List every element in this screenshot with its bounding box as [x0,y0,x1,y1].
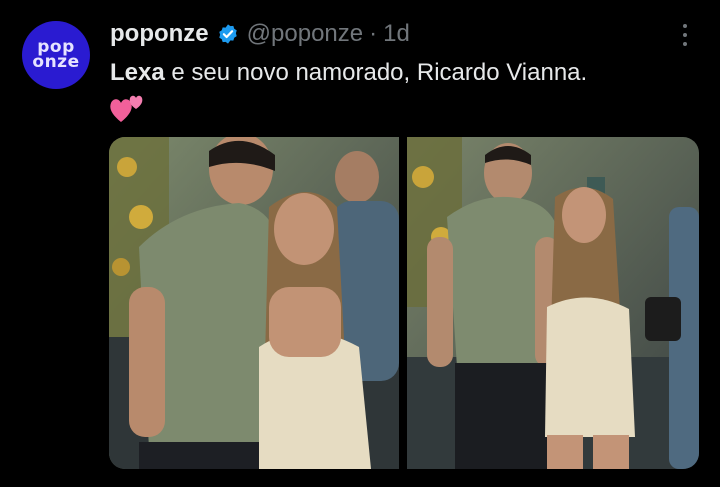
tweet-media[interactable] [109,137,699,469]
verified-badge-icon [218,24,237,44]
tweet-text-rest: e seu novo namorado, Ricardo Vianna. [164,59,588,86]
separator-dot: · [369,20,378,47]
photo-couple-laughing[interactable] [109,137,399,469]
two-hearts-emoji [110,95,143,122]
avatar[interactable]: pop onze [22,21,90,89]
display-name[interactable]: poponze [110,20,209,48]
tweet-header: poponze @poponze · 1d [110,18,410,50]
avatar-text-line2: onze [32,52,80,72]
timestamp[interactable]: 1d [383,20,410,48]
handle[interactable]: @poponze [247,20,363,48]
tweet-text: Lexa e seu novo namorado, Ricardo Vianna… [110,56,690,90]
tweet-text-bold: Lexa [110,59,165,86]
photo-couple-walking[interactable] [407,137,699,469]
more-vertical-icon[interactable] [676,22,694,48]
